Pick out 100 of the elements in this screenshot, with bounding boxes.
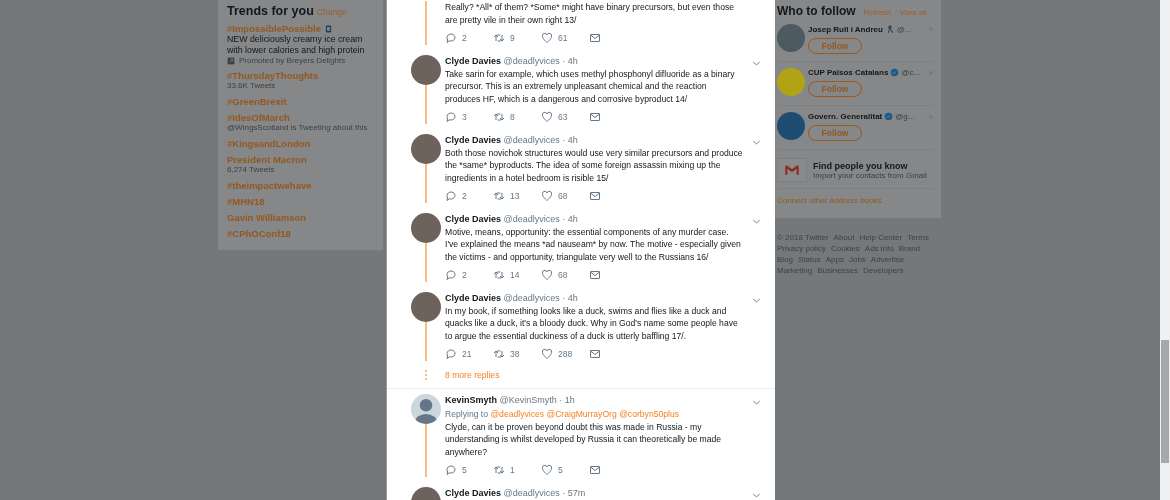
like-count: 288 [558, 349, 573, 359]
tweet-text: Motive, means, opportunity: the essential components of any murder case. I've explained the means *ad nauseam* by now. The motive - especially given the victims - and opportunity, triangulate very well to the Russians 16/ [445, 225, 742, 263]
header-link[interactable]: · Refresh [858, 8, 892, 17]
avatar-silhouette[interactable] [411, 393, 441, 424]
user-name[interactable]: Clyde Davies [445, 213, 502, 224]
heart-icon [541, 111, 553, 123]
tweet-time[interactable]: · 57m [562, 487, 586, 498]
mention-link[interactable]: @CraigMurrayOrg [546, 408, 617, 419]
user-handle[interactable]: @deadlyvices [503, 487, 560, 498]
connect-link[interactable]: Connect other address books [777, 196, 935, 205]
retweet-count: 9 [510, 33, 515, 43]
tweet-time[interactable]: · 4h [562, 134, 578, 145]
replying-to-text: Replying to @deadlyvices @CraigMurrayOrg @corbyn50plus [445, 407, 680, 421]
user-handle[interactable]: @deadlyvices [503, 213, 560, 224]
retweet-icon [493, 190, 505, 202]
retweet-count: 38 [510, 349, 520, 359]
reply-icon [445, 32, 457, 44]
change-link[interactable]: Change [316, 7, 347, 17]
envelope-icon [589, 190, 601, 202]
reply-icon [445, 348, 457, 360]
tweet-text: Really? *All* of them? *Some* might have binary precursors, but even those are pretty vile in their own right 13/ [445, 1, 735, 26]
logo-avatar[interactable] [777, 68, 805, 96]
heart-icon [541, 464, 553, 476]
user-name[interactable]: Clyde Davies [445, 55, 502, 66]
user-handle[interactable]: @deadlyvices [503, 55, 560, 66]
reply-icon [445, 464, 457, 476]
mention-link[interactable]: @deadlyvices [490, 408, 545, 419]
more-replies-link[interactable]: 8 more replies [445, 367, 775, 388]
retweet-icon [493, 464, 505, 476]
avatar-photo[interactable] [411, 133, 441, 164]
heart-icon [541, 190, 553, 202]
retweet-icon [493, 32, 505, 44]
tweet-time[interactable]: · 4h [562, 292, 578, 303]
trend-link[interactable]: #ThursdayThoughts [227, 70, 319, 81]
ice-cream-tub-icon [324, 23, 333, 34]
like-count: 5 [558, 465, 563, 475]
trend-link[interactable]: Gavin Williamson [227, 212, 307, 223]
trend-link[interactable]: #GreenBrexit [227, 96, 287, 107]
user-name[interactable]: Clyde Davies [445, 487, 502, 498]
promoted-label: Promoted by Breyers Delights [239, 56, 346, 65]
retweet-count: 14 [510, 270, 520, 280]
retweet-icon [493, 348, 505, 360]
envelope-icon [589, 32, 601, 44]
user-name[interactable]: Josep Rull i Andreu [808, 24, 883, 34]
reply-count: 2 [462, 191, 467, 201]
user-handle[interactable]: @deadlyvices [503, 134, 560, 145]
trend-link[interactable]: #theimpactwehave [227, 180, 312, 191]
reply-icon [445, 190, 457, 202]
user-handle[interactable]: @KevinSmyth [499, 394, 557, 405]
logo-avatar[interactable] [777, 112, 805, 140]
avatar-photo[interactable] [411, 291, 441, 322]
tweet-time[interactable]: · 4h [562, 213, 578, 224]
like-count: 68 [558, 191, 568, 201]
like-count: 61 [558, 33, 568, 43]
tweet-text: Both those novichok structures would use very similar precursors and produce the *same* byproducts. The idea of some foreign assassin mixing up the ingredients in a hotel bedroom is risible 15/ [445, 146, 744, 184]
user-name[interactable]: Clyde Davies [445, 292, 502, 303]
trend-link[interactable]: President Macron [227, 154, 307, 165]
tweet-time[interactable]: · 4h [562, 55, 578, 66]
user-name[interactable]: Clyde Davies [445, 134, 502, 145]
trend-link[interactable]: #IdesOfMarch [227, 112, 290, 123]
who-to-follow-title: Who to follow [777, 4, 856, 18]
mention-link[interactable]: @corbyn50plus [619, 408, 679, 419]
retweet-icon [493, 111, 505, 123]
envelope-icon [589, 348, 601, 360]
trend-meta: 6,274 Tweets [227, 165, 276, 175]
tweet-text: In my book, if something looks like a duck, swims and flies like a duck and quacks like a duck, it's a bloody duck. Why in God's name some people have to argue the essential duckiness of a duck is utterly baffling 17/. [445, 304, 739, 342]
user-handle[interactable]: @... [896, 24, 912, 34]
like-count: 68 [558, 270, 568, 280]
find-people-title[interactable]: Find people you know [813, 160, 927, 171]
trend-link[interactable]: #MHN18 [227, 196, 265, 207]
trends-title: Trends for you [227, 4, 314, 18]
retweet-count: 8 [510, 112, 515, 122]
reply-count: 3 [462, 112, 467, 122]
envelope-icon [589, 464, 601, 476]
user-name[interactable]: KevinSmyth [445, 394, 497, 405]
scrollbar-thumb[interactable] [1161, 340, 1169, 463]
verified-badge-icon [884, 112, 894, 121]
avatar-photo[interactable] [411, 54, 441, 85]
reply-icon [445, 269, 457, 281]
envelope-icon [589, 269, 601, 281]
user-name[interactable]: CUP Països Catalans [808, 68, 889, 77]
reply-count: 5 [462, 465, 467, 475]
envelope-icon [589, 111, 601, 123]
trend-description: NEW deliciously creamy ice cream with lower calories and high protein [227, 34, 366, 56]
tweet-time[interactable]: · 1h [559, 394, 575, 405]
retweet-icon [493, 269, 505, 281]
promoted-icon [227, 56, 235, 65]
retweet-count: 1 [510, 465, 515, 475]
trend-link[interactable]: #ImpossiblePossible [227, 23, 321, 34]
header-link[interactable]: · View all [894, 8, 927, 17]
trend-link[interactable]: #KingsandLondon [227, 138, 311, 149]
avatar-photo[interactable] [411, 212, 441, 243]
verified-badge-icon [890, 68, 900, 77]
trend-link[interactable]: #CPhOConf18 [227, 228, 291, 239]
reply-count: 2 [462, 270, 467, 280]
heart-icon [541, 348, 553, 360]
user-handle[interactable]: @deadlyvices [503, 292, 560, 303]
reply-count: 21 [462, 349, 472, 359]
user-name[interactable]: Govern. Generalitat [808, 112, 883, 121]
heart-icon [541, 32, 553, 44]
